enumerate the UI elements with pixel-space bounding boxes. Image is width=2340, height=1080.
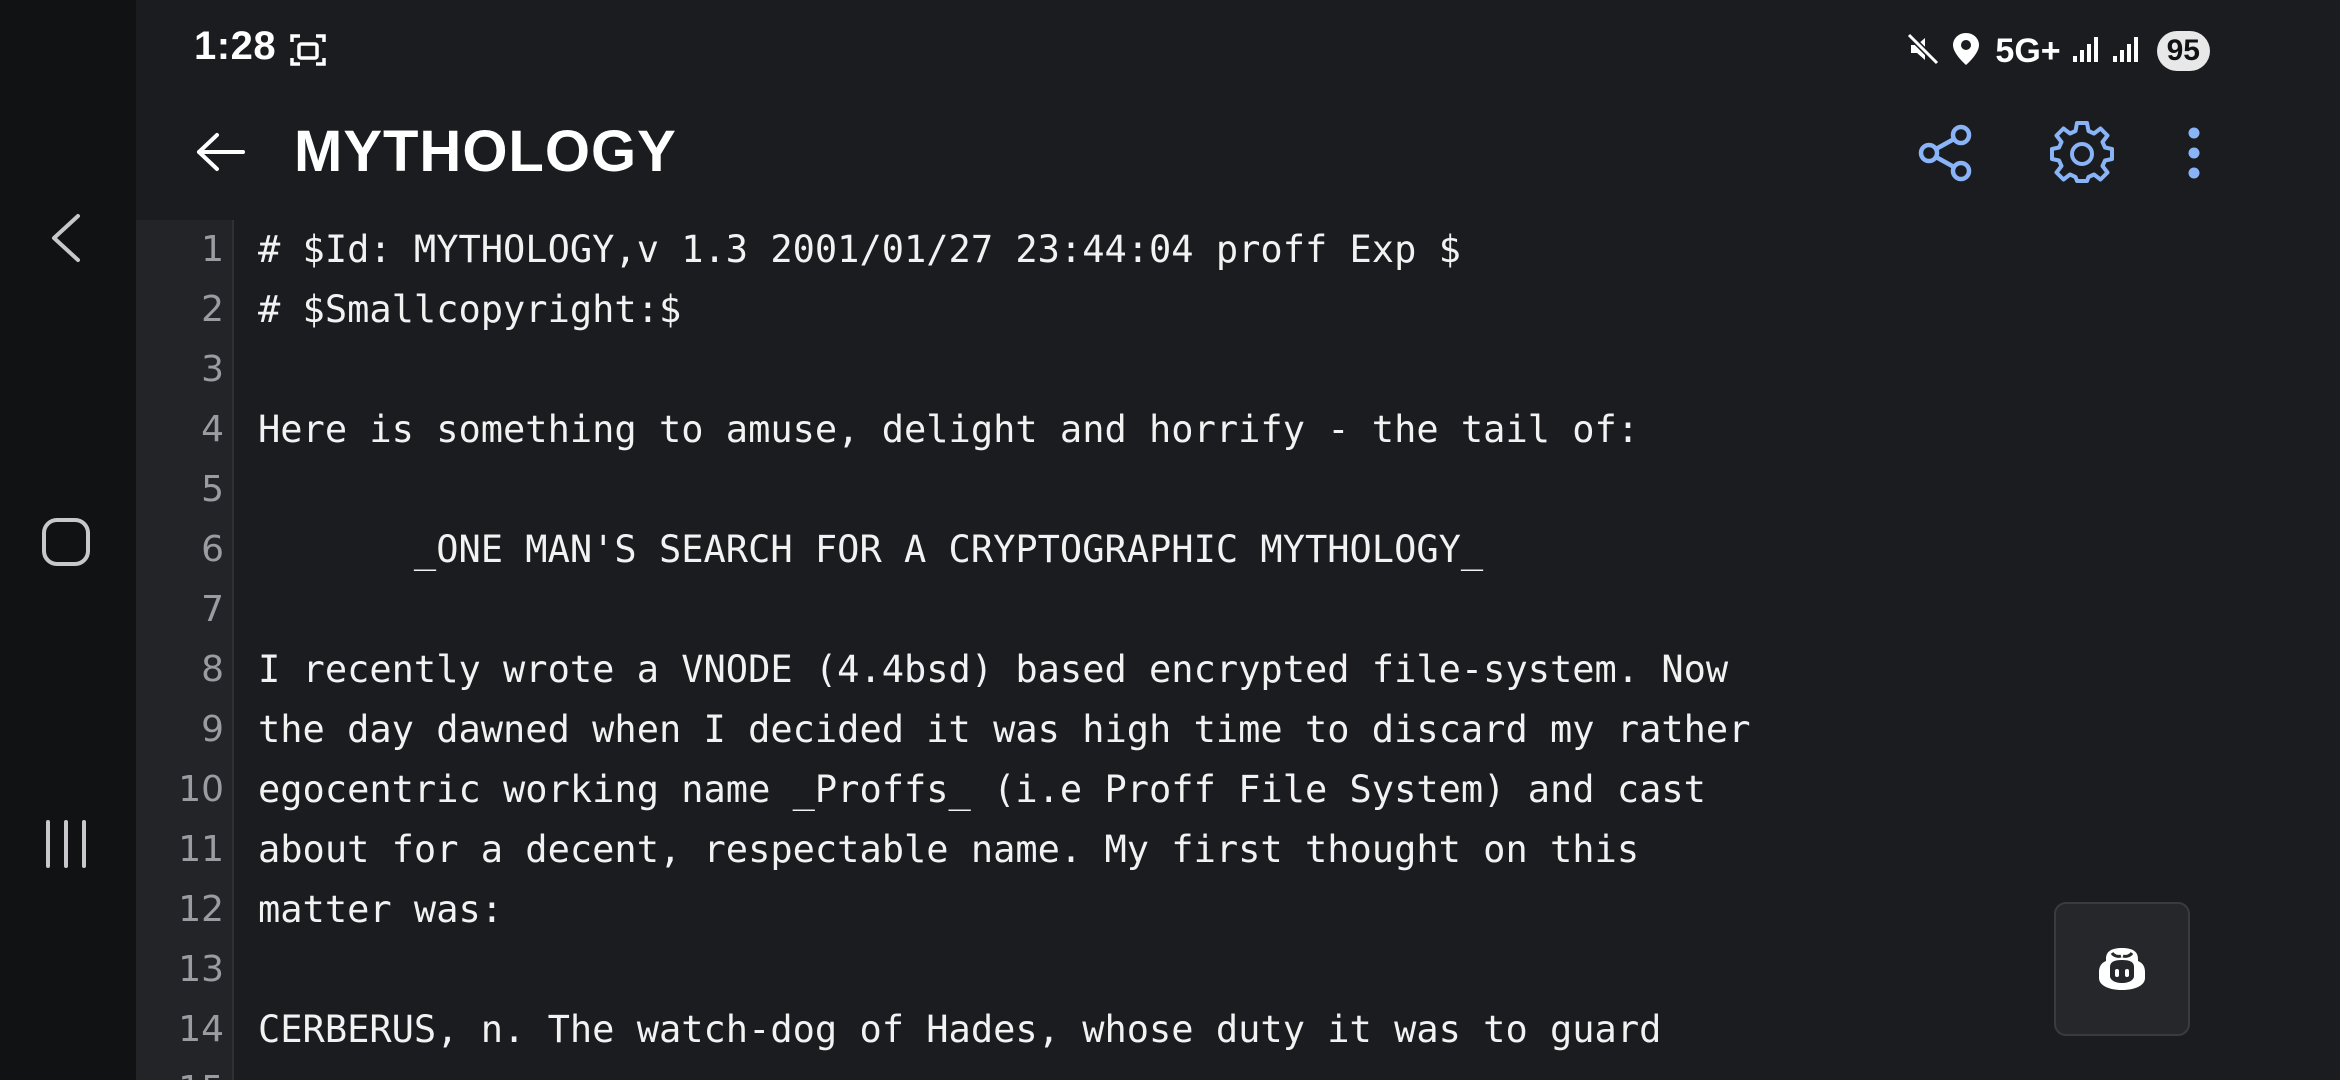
- line-text: CERBERUS, n. The watch-dog of Hades, who…: [258, 1008, 1662, 1051]
- app-bar: MYTHOLOGY: [136, 100, 2340, 210]
- line-number: 9: [201, 709, 224, 750]
- editor-line[interactable]: 1 # $Id: MYTHOLOGY,v 1.3 2001/01/27 23:44…: [136, 220, 2340, 280]
- editor-line[interactable]: 10 egocentric working name _Proffs_ (i.e …: [136, 760, 2340, 820]
- line-text: I recently wrote a VNODE (4.4bsd) based …: [258, 648, 1729, 691]
- line-text: egocentric working name _Proffs_ (i.e Pr…: [258, 768, 1706, 811]
- line-number: 4: [201, 409, 224, 450]
- line-number: 15: [136, 1060, 224, 1080]
- network-type: 5G+: [1995, 31, 2061, 70]
- editor-line[interactable]: 9 the day dawned when I decided it was hi…: [136, 700, 2340, 760]
- share-icon: [1918, 124, 1972, 182]
- editor-line[interactable]: 5: [136, 460, 2340, 520]
- share-button[interactable]: [1906, 118, 1986, 188]
- recents-nav-icon[interactable]: [28, 806, 104, 882]
- line-number: 1: [201, 229, 224, 270]
- line-text: # $Id: MYTHOLOGY,v 1.3 2001/01/27 23:44:…: [258, 228, 1461, 271]
- screen: 1:28 5G+ 95 MYTHOLOGY 1 # $Id: MYTHOLOGY…: [0, 0, 2340, 1080]
- editor-line[interactable]: 13: [136, 940, 2340, 1000]
- line-number: 10: [178, 769, 224, 810]
- line-text: matter was:: [258, 888, 504, 931]
- line-number: 11: [178, 829, 224, 870]
- back-nav-icon[interactable]: [28, 200, 104, 276]
- gear-icon: [2050, 121, 2114, 183]
- screen-record-icon: [288, 30, 328, 74]
- status-bar: 1:28 5G+ 95: [136, 0, 2340, 100]
- line-text: the day dawned when I decided it was hig…: [258, 708, 1751, 751]
- editor-line[interactable]: 12 matter was:: [136, 880, 2340, 940]
- editor-line[interactable]: 7: [136, 580, 2340, 640]
- page-title: MYTHOLOGY: [294, 119, 677, 184]
- editor-line[interactable]: 3: [136, 340, 2340, 400]
- assistant-button[interactable]: [2054, 902, 2190, 1036]
- line-number: 2: [201, 289, 224, 330]
- line-number: 12: [178, 889, 224, 930]
- more-vertical-icon: [2188, 127, 2200, 179]
- editor-line[interactable]: 2 # $Smallcopyright:$: [136, 280, 2340, 340]
- line-number: 14: [178, 1009, 224, 1050]
- status-time: 1:28: [194, 24, 277, 68]
- editor-line[interactable]: 4 Here is something to amuse, delight and…: [136, 400, 2340, 460]
- arrow-left-icon: [197, 133, 245, 171]
- home-nav-icon[interactable]: [28, 504, 104, 580]
- battery-indicator: 95: [2156, 31, 2210, 71]
- location-icon: [1951, 31, 1981, 71]
- assistant-icon: [2099, 948, 2145, 990]
- mute-icon: [1905, 31, 1941, 71]
- back-button[interactable]: [186, 124, 256, 180]
- line-text: # $Smallcopyright:$: [258, 288, 682, 331]
- line-text: about for a decent, respectable name. My…: [258, 828, 1640, 871]
- text-editor[interactable]: 1 # $Id: MYTHOLOGY,v 1.3 2001/01/27 23:44…: [136, 220, 2340, 1080]
- more-options-button[interactable]: [2154, 118, 2234, 188]
- signal-icon: [2111, 34, 2141, 68]
- line-number: 5: [201, 469, 224, 510]
- line-number: 3: [201, 349, 224, 390]
- signal-icon: [2071, 34, 2101, 68]
- line-text: _ONE MAN'S SEARCH FOR A CRYPTOGRAPHIC MY…: [258, 528, 1484, 571]
- settings-button[interactable]: [2042, 118, 2122, 188]
- editor-line[interactable]: 8 I recently wrote a VNODE (4.4bsd) based…: [136, 640, 2340, 700]
- line-number: 8: [201, 649, 224, 690]
- editor-line[interactable]: 15: [136, 1060, 2340, 1080]
- editor-line[interactable]: 6 _ONE MAN'S SEARCH FOR A CRYPTOGRAPHIC …: [136, 520, 2340, 580]
- line-text: Here is something to amuse, delight and …: [258, 408, 1640, 451]
- status-icons: 5G+ 95: [1905, 28, 2210, 74]
- editor-line[interactable]: 14 CERBERUS, n. The watch-dog of Hades, w…: [136, 1000, 2340, 1060]
- line-number: 7: [201, 589, 224, 630]
- system-navigation-bar: [0, 0, 136, 1080]
- editor-line[interactable]: 11 about for a decent, respectable name. …: [136, 820, 2340, 880]
- line-number: 13: [178, 949, 224, 990]
- line-number: 6: [201, 529, 224, 570]
